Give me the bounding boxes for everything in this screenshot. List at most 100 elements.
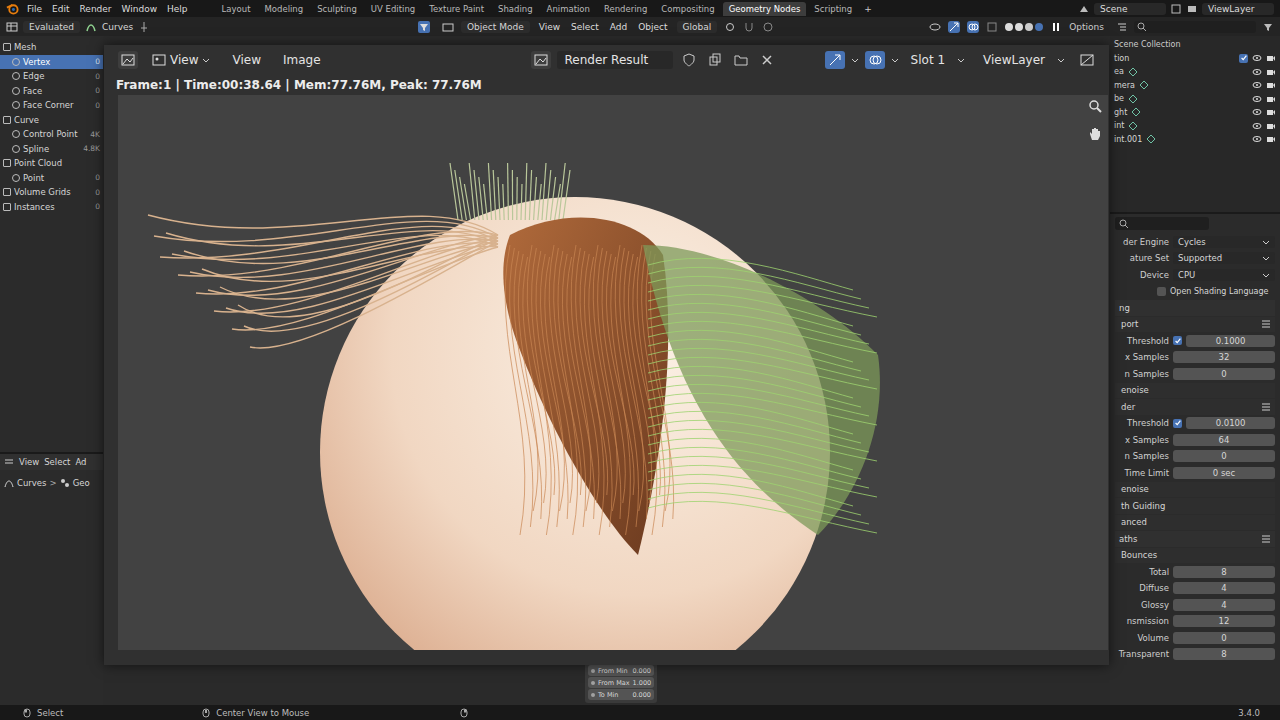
domain-item[interactable]: Volume Grids0 bbox=[0, 185, 103, 200]
number-field[interactable]: 8 bbox=[1173, 648, 1275, 660]
object-row[interactable]: ea bbox=[1114, 65, 1276, 79]
workspace-tab[interactable]: Sculpting bbox=[311, 2, 363, 16]
collection-checkbox[interactable] bbox=[1239, 54, 1248, 63]
overlay-toggle[interactable] bbox=[865, 51, 885, 69]
menu-item[interactable]: Help bbox=[165, 4, 190, 14]
camera-icon[interactable] bbox=[1266, 107, 1276, 117]
panel-header[interactable]: ng bbox=[1115, 300, 1275, 316]
menu-item[interactable]: Edit bbox=[50, 4, 71, 14]
editor-type-icon[interactable] bbox=[4, 457, 14, 467]
breadcrumb-item[interactable]: Curves bbox=[17, 478, 47, 488]
editor-type-icon[interactable] bbox=[442, 21, 454, 33]
map-range-node[interactable]: From Min0.000From Max1.000To Min0.000 bbox=[585, 662, 657, 703]
presets-icon[interactable] bbox=[1261, 402, 1271, 412]
solid-icon[interactable] bbox=[1015, 23, 1023, 31]
workspace-tab[interactable]: Geometry Nodes bbox=[723, 2, 807, 16]
number-field[interactable]: 0 bbox=[1173, 450, 1275, 462]
checkbox[interactable] bbox=[1173, 419, 1182, 428]
eye-icon[interactable] bbox=[1252, 107, 1262, 117]
lower-editor-menu[interactable]: View bbox=[19, 457, 39, 467]
view-mode-dropdown[interactable]: View bbox=[144, 52, 218, 68]
display-channels-button[interactable] bbox=[1077, 51, 1097, 69]
camera-icon[interactable] bbox=[1266, 67, 1276, 77]
outliner-icon[interactable] bbox=[1116, 21, 1128, 33]
dropdown-field[interactable]: Supported bbox=[1173, 252, 1275, 264]
domain-item[interactable]: Curve bbox=[0, 113, 103, 128]
checkbox[interactable] bbox=[1173, 336, 1182, 345]
number-field[interactable]: 0 bbox=[1173, 632, 1275, 644]
add-workspace-button[interactable]: + bbox=[860, 4, 876, 14]
xray-icon[interactable] bbox=[986, 21, 998, 33]
eye-icon[interactable] bbox=[1252, 134, 1262, 144]
number-field[interactable]: 32 bbox=[1173, 351, 1275, 363]
presets-icon[interactable] bbox=[1261, 319, 1271, 329]
viewport-menu[interactable]: Add bbox=[608, 22, 629, 32]
blender-logo-icon[interactable] bbox=[6, 2, 19, 15]
panel-header[interactable]: enoise bbox=[1115, 482, 1275, 498]
checkbox[interactable] bbox=[1157, 287, 1166, 296]
chevron-down-icon[interactable] bbox=[851, 56, 859, 64]
menu-item[interactable]: File bbox=[25, 4, 44, 14]
node-field[interactable]: From Max1.000 bbox=[588, 677, 654, 688]
object-row[interactable]: int bbox=[1114, 119, 1276, 133]
filter-icon[interactable] bbox=[1262, 21, 1274, 33]
viewport-menu[interactable]: View bbox=[537, 22, 562, 32]
workspace-tab[interactable]: Compositing bbox=[655, 2, 720, 16]
domain-item[interactable]: Face0 bbox=[0, 84, 103, 99]
editor-type-button[interactable] bbox=[118, 51, 138, 69]
node-field[interactable]: From Min0.000 bbox=[588, 665, 654, 676]
visibility-icon[interactable] bbox=[929, 21, 941, 33]
domain-item[interactable]: Mesh bbox=[0, 40, 103, 55]
socket-icon[interactable] bbox=[591, 681, 595, 685]
camera-icon[interactable] bbox=[1266, 134, 1276, 144]
render-window[interactable]: ViewViewImageRender ResultSlot 1ViewLaye… bbox=[104, 45, 1109, 665]
domain-item[interactable]: Spline4.8K bbox=[0, 142, 103, 157]
eye-icon[interactable] bbox=[1252, 67, 1262, 77]
workspace-tab[interactable]: Layout bbox=[216, 2, 257, 16]
menu-item[interactable]: Render bbox=[78, 4, 114, 14]
filter-icon[interactable] bbox=[418, 21, 430, 33]
domain-item[interactable]: Vertex0 bbox=[0, 55, 103, 70]
image-name-field[interactable]: Render Result bbox=[557, 51, 673, 69]
pivot-icon[interactable] bbox=[724, 21, 736, 33]
object-row[interactable]: int.001 bbox=[1114, 133, 1276, 147]
number-field[interactable]: 0 sec bbox=[1173, 467, 1275, 479]
slot-dropdown[interactable]: Slot 1 bbox=[905, 51, 971, 69]
scene-field[interactable]: Scene bbox=[1094, 3, 1166, 15]
dropdown-field[interactable]: CPU bbox=[1173, 269, 1275, 281]
camera-icon[interactable] bbox=[1266, 53, 1276, 63]
browse-image-button[interactable] bbox=[531, 51, 551, 69]
number-field[interactable]: 0.1000 bbox=[1186, 335, 1275, 347]
object-row[interactable]: mera bbox=[1114, 79, 1276, 93]
panel-header[interactable]: port bbox=[1115, 317, 1275, 333]
socket-icon[interactable] bbox=[591, 669, 595, 673]
workspace-tab[interactable]: Rendering bbox=[598, 2, 653, 16]
spreadsheet-icon[interactable] bbox=[6, 21, 18, 33]
zoom-button[interactable] bbox=[1086, 97, 1104, 117]
workspace-tab[interactable]: Scripting bbox=[808, 2, 858, 16]
number-field[interactable]: 8 bbox=[1173, 566, 1275, 578]
presets-icon[interactable] bbox=[1261, 534, 1271, 544]
gizmo-icon[interactable] bbox=[948, 21, 960, 33]
panel-header[interactable]: anced bbox=[1115, 515, 1275, 531]
outliner-search[interactable] bbox=[1134, 21, 1256, 33]
panel-header[interactable]: aths bbox=[1115, 531, 1275, 547]
fake-user-button[interactable] bbox=[679, 51, 699, 69]
workspace-tab[interactable]: Shading bbox=[492, 2, 539, 16]
domain-item[interactable]: Face Corner0 bbox=[0, 98, 103, 113]
overlay-icon[interactable] bbox=[967, 21, 979, 33]
copy-icon[interactable] bbox=[1170, 3, 1182, 15]
workspace-tab[interactable]: Texture Paint bbox=[423, 2, 490, 16]
lower-editor-menu[interactable]: Ad bbox=[75, 457, 86, 467]
eye-icon[interactable] bbox=[1252, 121, 1262, 131]
domain-item[interactable]: Point0 bbox=[0, 171, 103, 186]
gizmo-toggle[interactable] bbox=[825, 51, 845, 69]
domain-item[interactable]: Point Cloud bbox=[0, 156, 103, 171]
image-menu[interactable]: Image bbox=[275, 52, 329, 68]
render-canvas[interactable] bbox=[118, 95, 1108, 650]
pan-button[interactable] bbox=[1086, 125, 1104, 145]
orientation-dropdown[interactable]: Global bbox=[677, 21, 718, 33]
breadcrumb-item[interactable]: Geo bbox=[73, 478, 90, 488]
number-field[interactable]: 12 bbox=[1173, 615, 1275, 627]
dropdown-field[interactable]: Cycles bbox=[1173, 236, 1275, 248]
